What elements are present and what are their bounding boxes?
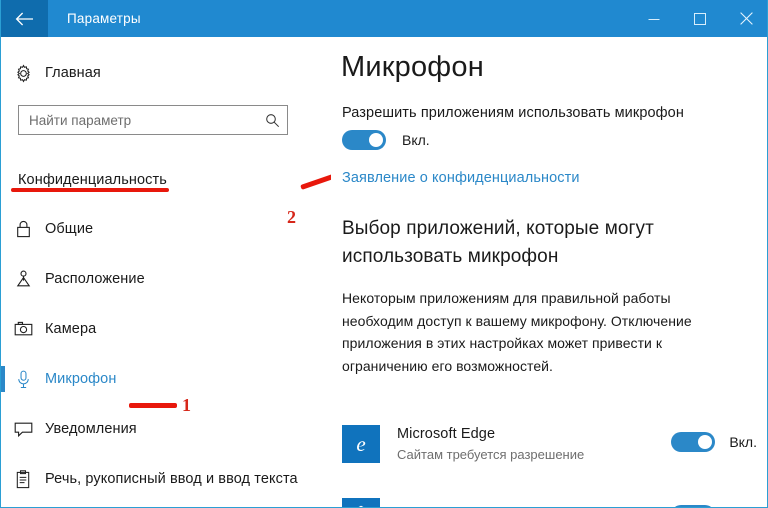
maximize-icon bbox=[694, 12, 706, 25]
edge-icon: e bbox=[342, 425, 380, 463]
app-toggle-wrap-mixed-reality-viewer: Вкл. bbox=[671, 505, 757, 507]
annotation-1-number: 1 bbox=[182, 395, 191, 415]
app-row-edge: e Microsoft Edge Сайтам требуется разреш… bbox=[342, 419, 757, 477]
app-text-block-edge: Microsoft Edge Сайтам требуется разрешен… bbox=[397, 425, 584, 464]
cube-3d-icon bbox=[342, 498, 380, 507]
sidebar-item-home-label: Главная bbox=[45, 65, 101, 81]
location-person-icon bbox=[1, 270, 45, 288]
main-microphone-toggle-state: Вкл. bbox=[402, 132, 430, 148]
sidebar-item-general[interactable]: Общие bbox=[1, 210, 301, 248]
close-icon bbox=[739, 12, 753, 25]
sidebar-item-location-label: Расположение bbox=[45, 271, 145, 287]
notification-bubble-icon bbox=[1, 421, 45, 438]
annotation-1-pointer bbox=[129, 403, 177, 408]
toggle-knob bbox=[369, 133, 383, 147]
annotation-underline-privacy bbox=[11, 188, 169, 192]
lock-icon bbox=[1, 220, 45, 238]
sidebar-item-speech[interactable]: Речь, рукописный ввод и ввод текста bbox=[1, 460, 301, 498]
content-pane: Микрофон Разрешить приложениям использов… bbox=[331, 37, 767, 507]
sidebar-scrollbar[interactable] bbox=[315, 37, 635, 507]
minimize-icon bbox=[648, 13, 660, 25]
title-bar: Параметры bbox=[1, 0, 767, 37]
settings-window: Параметры Главная Найти параметр Конфиде… bbox=[0, 0, 768, 508]
app-name-mixed-reality-viewer: Mixed Reality Viewer bbox=[397, 505, 534, 507]
permission-label: Разрешить приложениям использовать микро… bbox=[342, 105, 684, 121]
toggle-knob bbox=[698, 435, 713, 449]
app-toggle-state-edge: Вкл. bbox=[729, 434, 757, 450]
clipboard-icon bbox=[1, 469, 45, 489]
app-row-mixed-reality-viewer: Mixed Reality Viewer Вкл. bbox=[342, 492, 757, 507]
sidebar-section-header: Конфиденциальность bbox=[18, 172, 167, 188]
app-name-edge: Microsoft Edge bbox=[397, 426, 496, 442]
close-button[interactable] bbox=[723, 0, 767, 37]
window-title: Параметры bbox=[67, 11, 141, 26]
sidebar-item-general-label: Общие bbox=[45, 221, 94, 237]
sidebar-item-notifications[interactable]: Уведомления bbox=[1, 410, 301, 448]
sidebar-item-home[interactable]: Главная bbox=[1, 55, 301, 91]
sidebar-item-camera-label: Камера bbox=[45, 321, 97, 337]
search-box[interactable] bbox=[18, 105, 288, 135]
app-toggle-wrap-edge: Вкл. bbox=[671, 432, 757, 452]
window-body: Главная Конфиденциальность bbox=[1, 37, 767, 507]
sidebar-item-location[interactable]: Расположение bbox=[1, 260, 301, 298]
app-toggle-edge[interactable] bbox=[671, 432, 716, 452]
gear-icon bbox=[1, 63, 45, 83]
microphone-icon bbox=[1, 370, 45, 389]
sidebar-item-camera[interactable]: Камера bbox=[1, 310, 301, 348]
back-arrow-icon bbox=[15, 12, 34, 26]
search-input[interactable] bbox=[19, 107, 257, 133]
page-title: Микрофон bbox=[341, 51, 484, 83]
app-chooser-heading: Выбор приложений, которые могут использо… bbox=[342, 218, 654, 267]
sidebar-item-microphone-label: Микрофон bbox=[45, 371, 117, 387]
selection-indicator bbox=[1, 366, 5, 392]
svg-text:e: e bbox=[356, 432, 365, 456]
privacy-statement-link[interactable]: Заявление о конфиденциальности bbox=[342, 170, 580, 186]
sidebar-item-microphone[interactable]: Микрофон bbox=[1, 360, 301, 398]
app-sublabel-edge: Сайтам требуется разрешение bbox=[397, 447, 585, 462]
sidebar-item-notifications-label: Уведомления bbox=[45, 421, 137, 437]
sidebar-item-speech-label: Речь, рукописный ввод и ввод текста bbox=[45, 471, 298, 487]
main-microphone-toggle-row: Вкл. bbox=[342, 130, 430, 150]
back-button[interactable] bbox=[1, 0, 48, 37]
minimize-button[interactable] bbox=[631, 0, 677, 37]
app-text-block-mixed-reality-viewer: Mixed Reality Viewer bbox=[397, 505, 534, 507]
camera-icon bbox=[1, 321, 45, 337]
maximize-button[interactable] bbox=[677, 0, 723, 37]
search-icon[interactable] bbox=[257, 106, 287, 134]
app-chooser-description: Некоторым приложениям для правильной раб… bbox=[342, 290, 692, 374]
main-microphone-toggle[interactable] bbox=[342, 130, 386, 150]
annotation-2-number: 2 bbox=[287, 207, 296, 227]
sidebar: Главная Конфиденциальность bbox=[1, 37, 635, 507]
app-toggle-mixed-reality-viewer[interactable] bbox=[671, 505, 716, 507]
